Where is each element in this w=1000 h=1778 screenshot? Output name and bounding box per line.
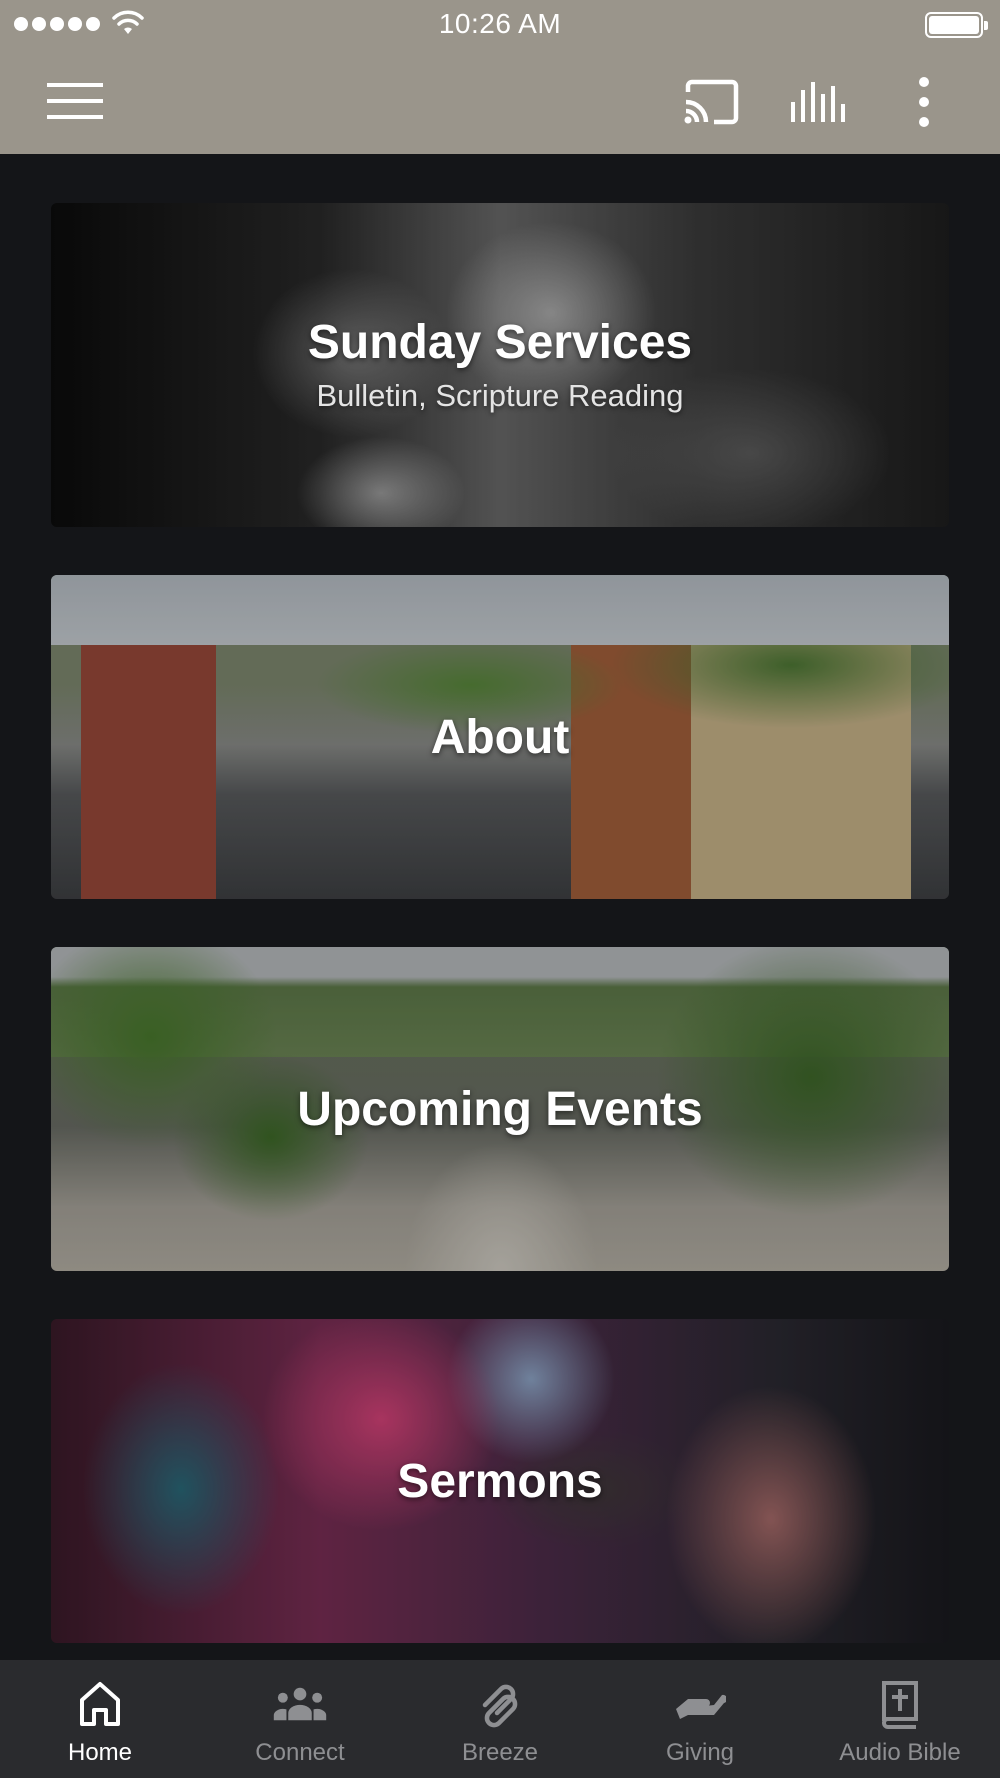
hamburger-menu-button[interactable] — [40, 76, 110, 126]
giving-hand-icon — [672, 1676, 728, 1732]
card-sermons[interactable]: Sermons — [51, 1319, 949, 1643]
card-about[interactable]: About — [51, 575, 949, 899]
cast-button[interactable] — [676, 72, 746, 132]
card-title: About — [430, 711, 570, 764]
status-bar: 10:26 AM — [0, 0, 1000, 50]
bible-book-icon — [872, 1676, 928, 1732]
tab-label: Giving — [665, 1739, 735, 1766]
people-group-icon — [272, 1676, 328, 1732]
audio-bars-icon — [791, 82, 845, 122]
card-title: Upcoming Events — [297, 1083, 703, 1136]
tab-giving[interactable]: Giving — [600, 1660, 800, 1778]
bottom-tab-bar: Home Connect Breeze Giving Audio Bible — [0, 1660, 1000, 1778]
card-sunday-services[interactable]: Sunday Services Bulletin, Scripture Read… — [51, 203, 949, 527]
more-options-button[interactable] — [900, 72, 948, 132]
home-icon — [72, 1676, 128, 1732]
tab-label: Audio Bible — [839, 1739, 961, 1766]
hamburger-menu-icon — [47, 83, 103, 119]
card-subtitle: Bulletin, Scripture Reading — [316, 378, 684, 413]
tab-breeze[interactable]: Breeze — [400, 1660, 600, 1778]
tab-label: Breeze — [461, 1739, 539, 1766]
card-title: Sunday Services — [307, 316, 693, 369]
tab-connect[interactable]: Connect — [200, 1660, 400, 1778]
breeze-logo-icon — [472, 1676, 528, 1732]
card-upcoming-events[interactable]: Upcoming Events — [51, 947, 949, 1271]
battery-full-icon — [925, 12, 988, 38]
app-header: 10:26 AM — [0, 0, 1000, 154]
tab-audio-bible[interactable]: Audio Bible — [800, 1660, 1000, 1778]
tab-home[interactable]: Home — [0, 1660, 200, 1778]
tab-label: Home — [67, 1739, 133, 1766]
tab-label: Connect — [255, 1739, 345, 1766]
cast-icon — [684, 79, 739, 125]
more-vertical-icon — [919, 77, 929, 127]
status-time: 10:26 AM — [438, 8, 562, 39]
card-title: Sermons — [397, 1455, 603, 1508]
audio-player-button[interactable] — [782, 72, 852, 132]
